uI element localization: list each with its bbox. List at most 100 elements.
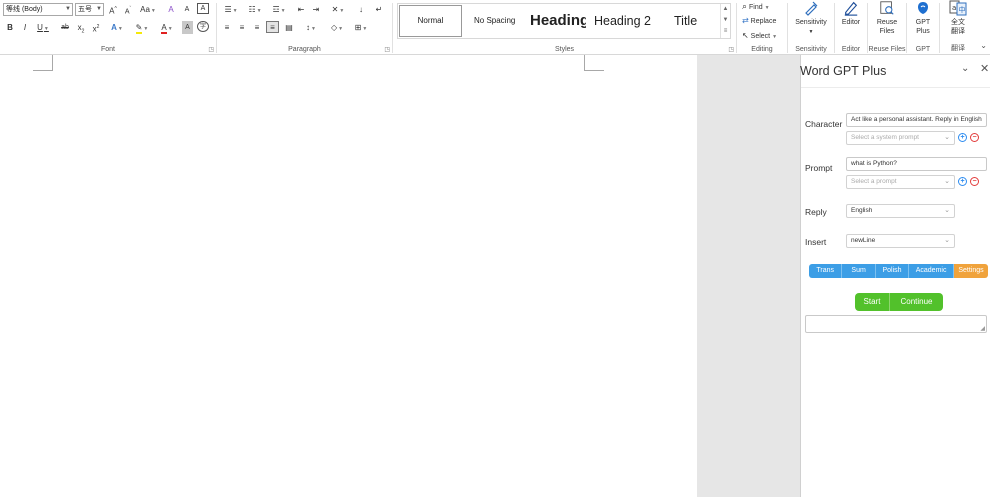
chinese-layout-button[interactable]: ✕▼ — [328, 3, 348, 16]
character-input[interactable]: Act like a personal assistant. Reply in … — [846, 113, 987, 127]
insert-mode-select[interactable]: newLine ⌄ — [846, 234, 955, 248]
indent-icon: ⇥ — [312, 5, 320, 14]
dialog-launcher-icon[interactable]: ◳ — [728, 46, 734, 53]
remove-prompt-icon[interactable]: − — [970, 177, 979, 186]
distributed-button[interactable]: ▤ — [283, 21, 295, 34]
sort-button[interactable]: ↓ — [355, 3, 367, 16]
reuse-files-group: Reuse Files Reuse Files — [868, 0, 906, 55]
editing-group-label: Editing — [751, 46, 773, 53]
align-right-icon: ≡ — [254, 23, 260, 32]
change-case-button[interactable]: Aa▼ — [138, 3, 158, 16]
superscript-button[interactable]: x2 — [91, 21, 101, 34]
ribbon: 等线 (Body) ▼ 五号 ▼ A^ Aˇ Aa▼ A A A B I U▼ … — [0, 0, 990, 55]
add-system-prompt-icon[interactable]: + — [958, 133, 967, 142]
increase-indent-button[interactable]: ⇥ — [310, 3, 322, 16]
shrink-font-button[interactable]: Aˇ — [122, 3, 134, 16]
pane-options-chevron-icon[interactable]: ⌄ — [961, 63, 969, 74]
academic-button[interactable]: Academic — [909, 264, 954, 278]
font-size-combo[interactable]: 五号 ▼ — [75, 3, 104, 16]
justify-button[interactable]: ≡ — [266, 21, 279, 33]
align-center-icon: ≡ — [239, 23, 245, 32]
run-button-group: Start Continue — [855, 293, 943, 311]
remove-system-prompt-icon[interactable]: − — [970, 133, 979, 142]
chinese-layout-icon: ✕ — [331, 5, 339, 14]
pilcrow-icon: ↵ — [375, 5, 383, 14]
font-color-button[interactable]: A▼ — [157, 21, 177, 34]
document-page[interactable] — [0, 55, 697, 497]
svg-text:中: 中 — [959, 5, 966, 14]
align-center-button[interactable]: ≡ — [236, 21, 248, 34]
subscript-button[interactable]: x2 — [76, 21, 86, 35]
pane-header: Word GPT Plus ⌄ ✕ — [800, 55, 990, 85]
chevron-down-icon: ▼ — [808, 29, 814, 35]
collapse-ribbon-icon[interactable]: ⌄ — [980, 41, 987, 50]
editor-button[interactable]: Editor — [837, 0, 865, 27]
chevron-down-icon: ▼ — [96, 6, 102, 12]
polish-button[interactable]: Polish — [875, 264, 910, 278]
prompt-label: Prompt — [805, 163, 833, 173]
action-button-group: Trans Sum Polish Academic Settings — [809, 264, 988, 278]
chevron-down-icon: ⌄ — [944, 134, 950, 141]
sensitivity-icon — [805, 1, 818, 16]
borders-icon: ⊞ — [354, 23, 362, 32]
translate-document-button[interactable]: a中 全文 翻译 — [942, 0, 974, 36]
dialog-launcher-icon[interactable]: ◳ — [384, 46, 390, 53]
chevron-down-icon: ⌄ — [944, 178, 950, 185]
shading-button[interactable]: ◇▼ — [327, 21, 347, 34]
prompt-input[interactable]: what is Python? — [846, 157, 987, 171]
gpt-logo-icon — [918, 2, 928, 14]
enclose-characters-button[interactable]: 字 — [197, 21, 209, 32]
start-button[interactable]: Start — [855, 293, 890, 311]
line-spacing-button[interactable]: ↕▼ — [301, 21, 321, 34]
font-name-combo[interactable]: 等线 (Body) ▼ — [3, 3, 73, 16]
strikethrough-button[interactable]: ab — [59, 21, 71, 34]
resize-grip-icon[interactable]: ◢ — [980, 325, 985, 332]
grow-font-button[interactable]: A^ — [107, 3, 119, 16]
reuse-files-button[interactable]: Reuse Files — [870, 0, 904, 36]
bullets-button[interactable]: ☰▼ — [221, 3, 241, 16]
phonetic-guide-button[interactable]: A — [180, 3, 194, 16]
align-left-button[interactable]: ≡ — [221, 21, 233, 34]
gpt-plus-button[interactable]: GPT Plus — [909, 0, 937, 36]
decrease-indent-button[interactable]: ⇤ — [295, 3, 307, 16]
sensitivity-group-label: Sensitivity — [795, 46, 827, 53]
paragraph-group-label: Paragraph — [288, 46, 321, 53]
multilevel-list-button[interactable]: ☲▼ — [269, 3, 289, 16]
editor-group-label: Editor — [841, 46, 861, 53]
show-marks-button[interactable]: ↵ — [373, 3, 385, 16]
translate-group-label: 翻译 — [951, 45, 965, 52]
bold-button[interactable]: B — [5, 21, 15, 34]
translate-button[interactable]: Trans — [809, 264, 843, 278]
sensitivity-button[interactable]: Sensitivity ▼ — [791, 0, 831, 37]
styles-group: Styles ◳ — [393, 0, 736, 55]
line-spacing-icon: ↕ — [306, 23, 311, 32]
italic-button[interactable]: I — [20, 21, 30, 34]
translate-icon: a中 — [949, 0, 967, 16]
dialog-launcher-icon[interactable]: ◳ — [208, 46, 214, 53]
reuse-files-group-label: Reuse Files — [868, 46, 906, 53]
multilevel-list-icon: ☲ — [272, 5, 280, 14]
summarize-button[interactable]: Sum — [842, 264, 876, 278]
text-effects-button[interactable]: A▼ — [108, 21, 126, 34]
align-right-button[interactable]: ≡ — [251, 21, 263, 34]
reply-language-select[interactable]: English ⌄ — [846, 204, 955, 218]
settings-button[interactable]: Settings — [953, 264, 988, 278]
character-border-button[interactable]: A — [197, 3, 209, 14]
continue-button[interactable]: Continue — [890, 293, 943, 311]
numbered-list-icon: ☷ — [248, 5, 256, 14]
prompt-select[interactable]: Select a prompt ⌄ — [846, 175, 955, 189]
result-textarea[interactable]: ◢ — [805, 315, 987, 333]
close-icon[interactable]: ✕ — [980, 62, 989, 75]
add-prompt-icon[interactable]: + — [958, 177, 967, 186]
numbering-button[interactable]: ☷▼ — [245, 3, 265, 16]
chevron-down-icon: ▼ — [65, 6, 71, 12]
underline-button[interactable]: U▼ — [34, 21, 52, 34]
borders-button[interactable]: ⊞▼ — [351, 21, 371, 34]
paint-bucket-icon: ◇ — [330, 23, 338, 32]
justify-icon: ≡ — [270, 23, 275, 32]
system-prompt-select[interactable]: Select a system prompt ⌄ — [846, 131, 955, 145]
outdent-icon: ⇤ — [297, 5, 305, 14]
character-shading-button[interactable]: A — [182, 21, 193, 34]
clear-formatting-button[interactable]: A — [165, 3, 177, 16]
highlight-button[interactable]: ✎▼ — [132, 21, 152, 34]
